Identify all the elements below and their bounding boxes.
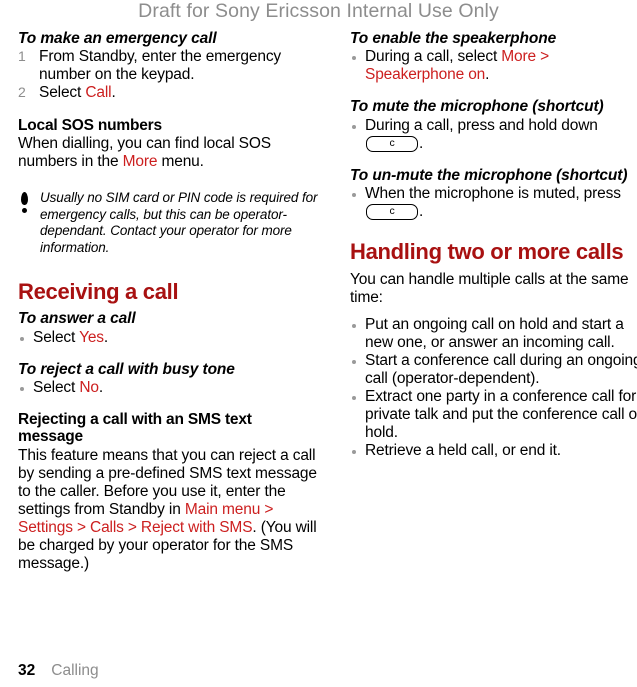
local-sos-paragraph: When dialling, you can find local SOS nu… <box>18 135 318 171</box>
emergency-call-title: To make an emergency call <box>18 30 217 47</box>
answer-call-bullets: Select Yes. <box>18 329 318 347</box>
reject-busy-title: To reject a call with busy tone <box>18 360 235 378</box>
list-item: Select Yes. <box>18 329 318 347</box>
note-text: Usually no SIM card or PIN code is requi… <box>40 190 318 255</box>
speakerphone-text-before: During a call, select <box>365 48 502 66</box>
step-item: Select Call. <box>18 84 318 102</box>
reject-sms-heading: Rejecting a call with an SMS text messag… <box>18 410 252 446</box>
list-item: Select No. <box>18 379 318 397</box>
list-item-text: Start a conference call during an ongoin… <box>365 351 637 387</box>
emergency-call-steps: From Standby, enter the emergency number… <box>18 48 318 102</box>
right-column: To enable the speakerphone During a call… <box>350 30 637 460</box>
step-item: From Standby, enter the emergency number… <box>18 48 318 84</box>
step-link-call[interactable]: Call <box>85 84 111 101</box>
page-number: 32 <box>18 661 36 679</box>
two-column-body: To make an emergency call From Standby, … <box>0 30 637 650</box>
reject-sms-paragraph: This feature means that you can reject a… <box>18 447 318 573</box>
local-sos-heading: Local SOS numbers <box>18 116 162 134</box>
reject-text-after: . <box>98 378 104 396</box>
list-item-text: Put an ongoing call on hold and start a … <box>365 315 624 351</box>
list-item: Start a conference call during an ongoin… <box>350 352 637 388</box>
handling-calls-intro: You can handle multiple calls at the sam… <box>350 270 629 306</box>
speakerphone-text-after: . <box>485 66 490 84</box>
answer-text-after: . <box>103 328 109 346</box>
exclamation-icon <box>20 192 29 214</box>
step-text: From Standby, enter the emergency number… <box>39 48 282 84</box>
step-text: Select <box>39 84 86 102</box>
manual-page: Draft for Sony Ericsson Internal Use Onl… <box>0 0 637 687</box>
speakerphone-bullets: During a call, select More > Speakerphon… <box>350 48 637 84</box>
draft-watermark: Draft for Sony Ericsson Internal Use Onl… <box>138 0 499 22</box>
handling-calls-bullets: Put an ongoing call on hold and start a … <box>350 316 637 460</box>
answer-text-before: Select <box>33 328 80 346</box>
mute-bullets: During a call, press and hold down c. <box>350 117 637 153</box>
list-item-text: Extract one party in a conference call f… <box>365 387 637 441</box>
local-sos-text-after: menu. <box>157 153 204 171</box>
left-column: To make an emergency call From Standby, … <box>18 30 318 573</box>
mute-text-before: During a call, press and hold down <box>365 116 598 134</box>
page-footer: 32 Calling <box>18 662 618 679</box>
list-item: Extract one party in a conference call f… <box>350 388 637 442</box>
mute-microphone-title: To mute the microphone (shortcut) <box>350 98 604 116</box>
reject-text-before: Select <box>33 378 80 396</box>
list-item: During a call, press and hold down c. <box>350 117 637 153</box>
list-item: During a call, select More > Speakerphon… <box>350 48 637 84</box>
note-block: Usually no SIM card or PIN code is requi… <box>18 190 318 256</box>
local-sos-link-more[interactable]: More <box>123 153 158 170</box>
unmute-bullets: When the microphone is muted, press c. <box>350 185 637 221</box>
unmute-microphone-title: To un-mute the microphone (shortcut) <box>350 166 628 184</box>
answer-call-title: To answer a call <box>18 310 136 328</box>
footer-chapter-name: Calling <box>51 661 99 679</box>
list-item: Retrieve a held call, or end it. <box>350 442 637 460</box>
unmute-text-before: When the microphone is muted, press <box>365 185 621 203</box>
step-text-tail: . <box>111 84 116 102</box>
mute-text-after: . <box>419 134 424 152</box>
clear-key-icon: c <box>366 135 418 152</box>
handling-calls-heading: Handling two or more calls <box>350 239 624 265</box>
speakerphone-title: To enable the speakerphone <box>350 30 557 47</box>
clear-key-icon: c <box>366 204 418 221</box>
unmute-text-after: . <box>419 203 424 221</box>
reject-busy-bullets: Select No. <box>18 379 318 397</box>
reject-link-no[interactable]: No <box>79 379 99 396</box>
list-item: When the microphone is muted, press c. <box>350 185 637 221</box>
list-item-text: Retrieve a held call, or end it. <box>365 441 561 459</box>
answer-link-yes[interactable]: Yes <box>79 329 104 346</box>
list-item: Put an ongoing call on hold and start a … <box>350 316 637 352</box>
receiving-call-heading: Receiving a call <box>18 278 179 304</box>
